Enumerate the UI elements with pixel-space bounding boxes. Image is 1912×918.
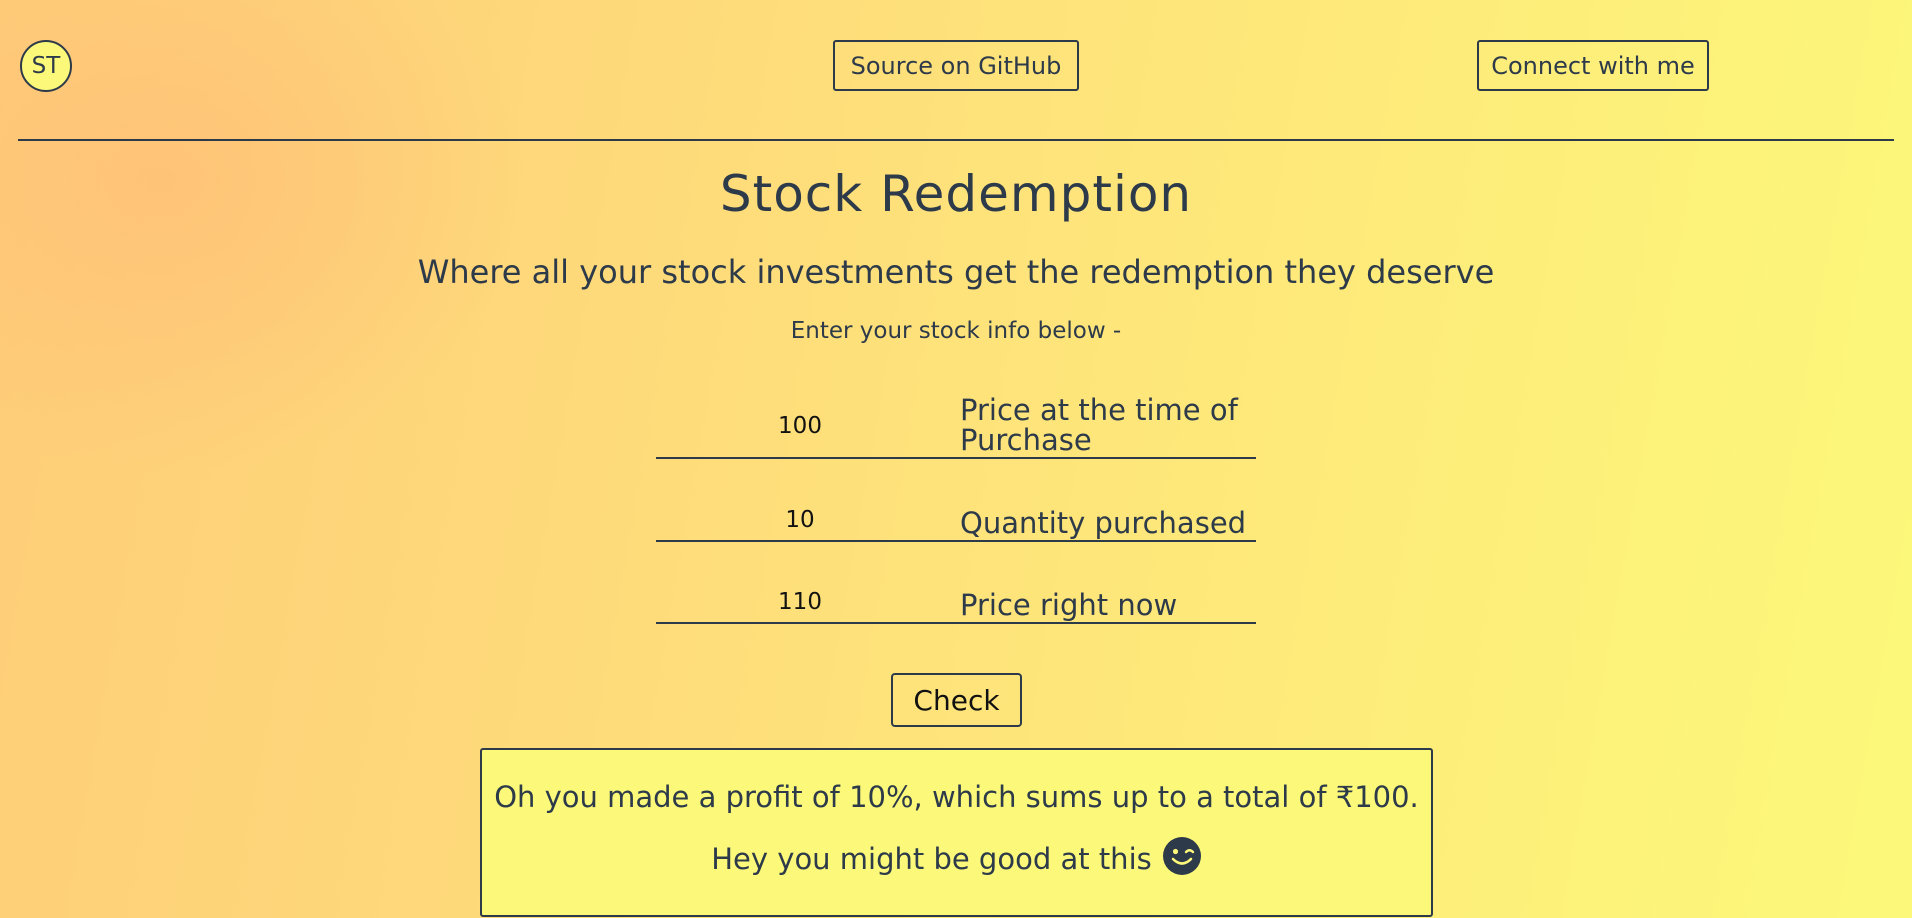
purchase-price-label: Price at the time of Purchase: [960, 393, 1238, 457]
connect-label: Connect with me: [1491, 51, 1695, 80]
header-divider: [18, 139, 1894, 141]
result-panel: Oh you made a profit of 10%, which sums …: [480, 748, 1433, 917]
result-profit-text: Oh you made a profit of 10%, which sums …: [494, 780, 1419, 814]
connect-button[interactable]: Connect with me: [1477, 40, 1709, 91]
page-subtitle: Where all your stock investments get the…: [417, 253, 1495, 291]
check-button-label: Check: [913, 683, 1000, 717]
current-price-label: Price right now: [960, 588, 1178, 622]
quantity-label: Quantity purchased: [960, 506, 1247, 540]
purchase-price-input[interactable]: 100: [656, 395, 944, 457]
result-message-row: Hey you might be good at this: [482, 837, 1431, 876]
current-price-input[interactable]: 110: [656, 582, 944, 622]
purchase-price-field: 100 Price at the time of Purchase: [656, 395, 1256, 459]
quantity-field: 10 Quantity purchased: [656, 500, 1256, 542]
check-button[interactable]: Check: [891, 673, 1022, 727]
top-nav: ST Source on GitHub Connect with me: [0, 0, 1912, 140]
result-message-text: Hey you might be good at this: [711, 842, 1152, 876]
form-prompt: Enter your stock info below -: [790, 318, 1122, 344]
quantity-input[interactable]: 10: [656, 500, 944, 540]
github-source-label: Source on GitHub: [850, 51, 1062, 80]
current-price-field: 110 Price right now: [656, 582, 1256, 624]
avatar-initials: ST: [31, 53, 61, 79]
wink-emoji-icon: [1162, 836, 1202, 876]
avatar[interactable]: ST: [20, 40, 72, 92]
page-title: Stock Redemption: [719, 165, 1193, 223]
github-source-button[interactable]: Source on GitHub: [833, 40, 1079, 91]
